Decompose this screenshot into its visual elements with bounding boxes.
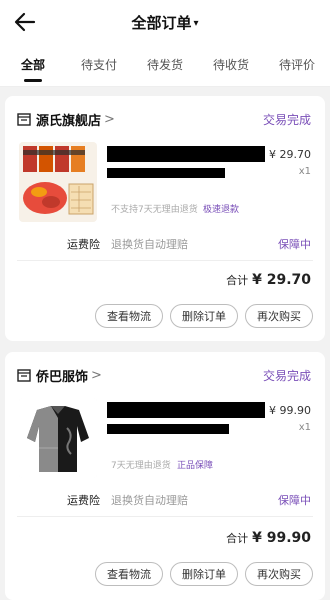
total-label: 合计 [226, 532, 249, 545]
store-name: 侨巴服饰 [36, 369, 89, 385]
delete-order-button[interactable]: 删除订单 [170, 562, 238, 586]
buy-again-button[interactable]: 再次购买 [245, 562, 313, 586]
service-tag: 正品保障 [177, 461, 214, 471]
shipping-insurance-label: 运费险 [67, 494, 100, 507]
store-name: 源氏旗舰店 [36, 113, 102, 129]
view-logistics-button[interactable]: 查看物流 [95, 304, 163, 328]
order-tabs: 全部 待支付 待发货 待收货 待评价 [0, 44, 330, 87]
chevron-right-icon: > [104, 111, 115, 127]
store-icon [17, 113, 31, 126]
shipping-insurance-status[interactable]: 保障中 [278, 492, 311, 508]
order-card[interactable]: 源氏旗舰店 > 交易完成 ¥ 29.70 x1 不支持7天无理由退货 极速退款 … [5, 96, 325, 341]
shipping-insurance-status[interactable]: 保障中 [278, 236, 311, 252]
total-amount: ¥ 99.90 [252, 530, 311, 546]
redacted-product-title [107, 146, 265, 162]
tab-pending-receipt[interactable]: 待收货 [198, 44, 264, 86]
tab-all[interactable]: 全部 [0, 44, 66, 86]
total-amount: ¥ 29.70 [252, 272, 311, 288]
tab-pending-payment[interactable]: 待支付 [66, 44, 132, 86]
buy-again-button[interactable]: 再次购买 [245, 304, 313, 328]
store-link[interactable]: 侨巴服饰 > [17, 366, 102, 385]
tab-pending-review[interactable]: 待评价 [264, 44, 330, 86]
chevron-right-icon: > [91, 367, 102, 383]
caret-down-icon: ▾ [193, 18, 199, 29]
order-status: 交易完成 [262, 113, 311, 127]
shipping-insurance-label: 运费险 [67, 238, 100, 251]
order-card[interactable]: 侨巴服饰 > 交易完成 ¥ 99.90 x1 7天无理由退货 正品保障 运费险 … [5, 352, 325, 600]
redacted-product-spec [107, 168, 225, 178]
store-link[interactable]: 源氏旗舰店 > [17, 110, 115, 129]
redacted-product-spec [107, 424, 229, 434]
shipping-insurance-text: 退换货自动理赔 [111, 494, 188, 507]
tab-pending-shipment[interactable]: 待发货 [132, 44, 198, 86]
store-icon [17, 369, 31, 382]
order-total: 合计 ¥ 99.90 [226, 530, 311, 546]
quantity: x1 [298, 422, 311, 433]
product-image[interactable] [19, 398, 97, 478]
page-title-dropdown[interactable]: 全部订单 ▾ [0, 12, 330, 33]
page-title: 全部订单 [131, 14, 192, 32]
return-policy-tag: 不支持7天无理由退货 [111, 205, 198, 215]
order-total: 合计 ¥ 29.70 [226, 272, 311, 288]
unit-price: ¥ 99.90 [269, 404, 311, 417]
total-label: 合计 [226, 274, 249, 287]
shipping-insurance-text: 退换货自动理赔 [111, 238, 188, 251]
product-image[interactable] [19, 142, 97, 222]
order-status: 交易完成 [262, 369, 311, 383]
quantity: x1 [298, 166, 311, 177]
divider [17, 260, 313, 261]
service-tag: 极速退款 [203, 205, 240, 215]
redacted-product-title [107, 402, 265, 418]
top-bar: 全部订单 ▾ [0, 0, 330, 44]
divider [17, 516, 313, 517]
return-policy-tag: 7天无理由退货 [111, 461, 171, 471]
delete-order-button[interactable]: 删除订单 [170, 304, 238, 328]
unit-price: ¥ 29.70 [269, 148, 311, 161]
view-logistics-button[interactable]: 查看物流 [95, 562, 163, 586]
